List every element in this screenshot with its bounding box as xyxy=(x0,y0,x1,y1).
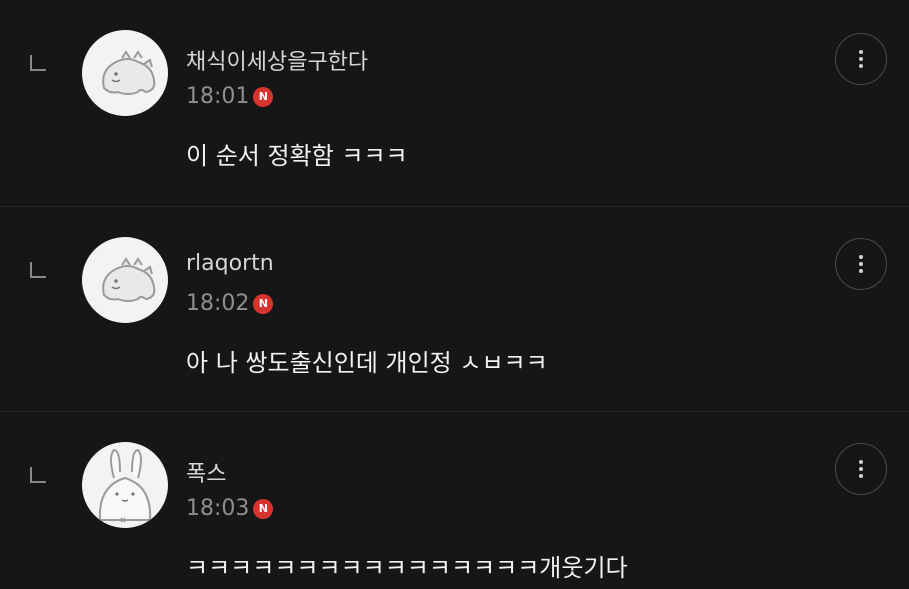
comment-item: rlaqortn 18:02 N 아 나 쌍도출신인데 개인정 ㅅㅂㅋㅋ xyxy=(0,207,909,411)
more-options-button[interactable] xyxy=(835,238,887,290)
dinosaur-avatar-icon xyxy=(102,50,156,95)
reply-arrow-icon xyxy=(30,262,46,278)
more-vertical-icon xyxy=(859,255,863,273)
comment-text: 이 순서 정확함 ㅋㅋㅋ xyxy=(186,142,408,170)
comment-text: ㅋㅋㅋㅋㅋㅋㅋㅋㅋㅋㅋㅋㅋㅋㅋㅋ개웃기다 xyxy=(186,554,628,582)
new-badge: N xyxy=(253,498,274,519)
comment-meta: 18:01 N xyxy=(186,84,274,109)
more-options-button[interactable] xyxy=(835,443,887,495)
comment-username[interactable]: 채식이세상을구한다 xyxy=(186,44,368,76)
new-badge: N xyxy=(253,293,274,314)
new-badge: N xyxy=(253,86,274,107)
dinosaur-avatar-icon xyxy=(102,257,156,302)
more-options-button[interactable] xyxy=(835,33,887,85)
comment-username[interactable]: 폭스 xyxy=(186,456,226,488)
reply-arrow-icon xyxy=(30,55,46,71)
more-vertical-icon xyxy=(859,460,863,478)
comment-item: 폭스 18:03 N ㅋㅋㅋㅋㅋㅋㅋㅋㅋㅋㅋㅋㅋㅋㅋㅋ개웃기다 xyxy=(0,412,909,589)
user-avatar[interactable] xyxy=(82,442,168,528)
user-avatar[interactable] xyxy=(82,30,168,116)
comment-meta: 18:03 N xyxy=(186,496,274,521)
comment-username[interactable]: rlaqortn xyxy=(186,251,274,276)
rabbit-avatar-icon xyxy=(98,448,152,523)
comment-time: 18:03 xyxy=(186,496,250,521)
comment-text: 아 나 쌍도출신인데 개인정 ㅅㅂㅋㅋ xyxy=(186,349,548,377)
user-avatar[interactable] xyxy=(82,237,168,323)
comment-time: 18:01 xyxy=(186,84,250,109)
comment-meta: 18:02 N xyxy=(186,291,274,316)
comment-time: 18:02 xyxy=(186,291,250,316)
more-vertical-icon xyxy=(859,50,863,68)
reply-arrow-icon xyxy=(30,467,46,483)
comment-item: 채식이세상을구한다 18:01 N 이 순서 정확함 ㅋㅋㅋ xyxy=(0,0,909,205)
